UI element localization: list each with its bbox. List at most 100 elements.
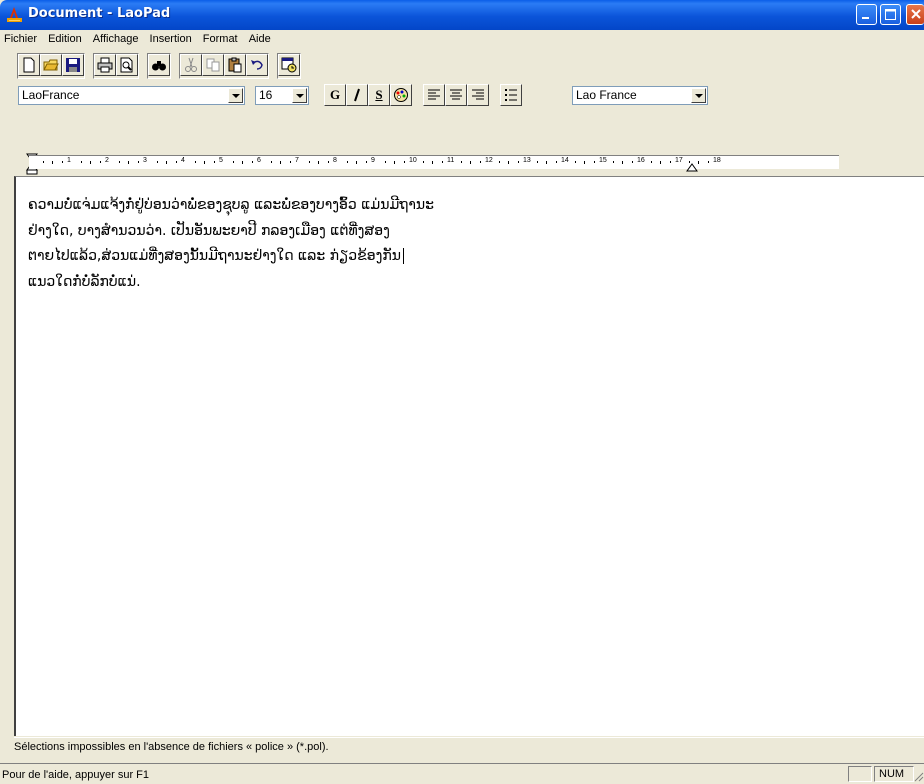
ruler-minor-tick <box>118 161 120 163</box>
ruler-minor-tick <box>403 161 405 163</box>
ruler-minor-tick <box>356 161 357 164</box>
laopad-app-icon[interactable] <box>6 6 23 23</box>
document-line-2: ຢ່າງໃດ, ບາງສຳນວນວ່າ. ເປັນອັນພະຍາປີ ກລອງເ… <box>28 223 390 239</box>
menu-insertion[interactable]: Insertion <box>146 30 196 45</box>
open-button[interactable] <box>40 54 62 76</box>
title-bar[interactable]: Document - LaoPad <box>0 0 924 30</box>
print-preview-icon <box>120 57 133 73</box>
align-right-button[interactable] <box>467 84 489 106</box>
resize-grip-icon[interactable] <box>912 770 924 782</box>
ruler-minor-tick <box>61 161 63 163</box>
ruler-minor-tick <box>593 161 595 163</box>
document-line-1: ຄວາມບໍ່ແຈ່ມແຈ້ງກໍ່ຢູ່ບ່ອນວ່າພໍ່ຂອງຊຸບລູ … <box>28 197 434 213</box>
chevron-down-icon[interactable] <box>228 88 243 103</box>
ruler-minor-tick <box>42 161 44 163</box>
ruler-minor-tick <box>460 161 462 163</box>
new-button[interactable] <box>18 54 40 76</box>
ruler-minor-tick <box>52 161 53 164</box>
status-bar: Pour de l'aide, appuyer sur F1 NUM <box>0 763 924 784</box>
hint-bar: Sélections impossibles en l'absence de f… <box>14 737 924 757</box>
ruler-minor-tick <box>204 161 205 164</box>
menu-aide[interactable]: Aide <box>245 30 275 45</box>
ruler-minor-tick <box>308 161 310 163</box>
ruler-minor-tick <box>137 161 139 163</box>
undo-icon <box>251 60 263 70</box>
ruler-tick-label: 2 <box>105 157 109 164</box>
insert-datetime-button[interactable] <box>278 54 300 76</box>
ruler-tick-label: 18 <box>713 157 721 164</box>
print-icon <box>97 57 113 73</box>
close-button[interactable] <box>906 4 924 25</box>
document-line-3: ຕາຍໄປແລ້ວ,ສ່ວນແມ່ທີ່ງສອງນັ້ນມີຖານະຢ່າງໃດ… <box>28 248 404 264</box>
keyboard-layout-select[interactable]: Lao France <box>572 86 708 105</box>
document-line-3-text: ຕາຍໄປແລ້ວ,ສ່ວນແມ່ທີ່ງສອງນັ້ນມີຖານະຢ່າງໃດ… <box>28 248 401 264</box>
standard-toolbar <box>17 53 309 79</box>
ruler-minor-tick <box>422 161 424 163</box>
menu-edition[interactable]: Edition <box>44 30 86 45</box>
minimize-button[interactable] <box>856 4 877 25</box>
menu-affichage[interactable]: Affichage <box>89 30 143 45</box>
document-editor[interactable]: ຄວາມບໍ່ແຈ່ມແຈ້ງກໍ່ຢູ່ບ່ອນວ່າພໍ່ຂອງຊຸບລູ … <box>14 176 924 736</box>
paste-button[interactable] <box>224 54 246 76</box>
close-icon <box>911 9 921 19</box>
ruler-minor-tick <box>631 161 633 163</box>
ruler-minor-tick <box>669 161 671 163</box>
undo-button[interactable] <box>246 54 268 76</box>
ruler-minor-tick <box>612 161 614 163</box>
font-name-select[interactable]: LaoFrance <box>18 86 245 105</box>
menu-fichier[interactable]: Fichier <box>0 30 41 45</box>
chevron-down-icon[interactable] <box>691 88 706 103</box>
ruler-minor-tick <box>90 161 91 164</box>
bold-button[interactable]: G <box>324 84 346 106</box>
ruler-minor-tick <box>470 161 471 164</box>
ruler-minor-tick <box>622 161 623 164</box>
underline-button[interactable]: S <box>368 84 390 106</box>
find-icon <box>152 61 166 71</box>
ruler-tick-label: 7 <box>295 157 299 164</box>
paste-icon <box>228 57 242 73</box>
edit-button-group <box>179 53 269 79</box>
ruler-minor-tick <box>536 161 538 163</box>
bullet-list-icon <box>505 89 517 101</box>
ruler-tick-label: 12 <box>485 157 493 164</box>
italic-button[interactable] <box>346 84 368 106</box>
ruler-minor-tick <box>166 161 167 164</box>
align-left-button[interactable] <box>423 84 445 106</box>
chevron-down-icon[interactable] <box>292 88 307 103</box>
find-button[interactable] <box>148 54 170 76</box>
ruler-tick-label: 10 <box>409 157 417 164</box>
print-button[interactable] <box>94 54 116 76</box>
maximize-button[interactable] <box>880 4 901 25</box>
print-preview-button[interactable] <box>116 54 138 76</box>
bold-label: G <box>329 87 341 102</box>
cut-button[interactable] <box>180 54 202 76</box>
keyboard-layout-value: Lao France <box>576 88 637 102</box>
ruler-tick-label: 13 <box>523 157 531 164</box>
color-button[interactable] <box>390 84 412 106</box>
underline-label: S <box>375 87 383 102</box>
ruler-minor-tick <box>707 161 709 163</box>
save-button[interactable] <box>62 54 84 76</box>
status-text: Pour de l'aide, appuyer sur F1 <box>2 769 150 781</box>
font-size-select[interactable]: 16 <box>255 86 309 105</box>
ruler-tick-label: 8 <box>333 157 337 164</box>
bullet-list-button[interactable] <box>500 84 522 106</box>
ruler-minor-tick <box>99 161 101 163</box>
right-indent-marker-icon[interactable] <box>685 162 699 172</box>
minimize-icon <box>862 17 869 19</box>
ruler-minor-tick <box>432 161 433 164</box>
font-size-value: 16 <box>259 88 273 102</box>
ruler-minor-tick <box>156 161 158 163</box>
copy-button[interactable] <box>202 54 224 76</box>
ruler-minor-tick <box>280 161 281 164</box>
menu-format[interactable]: Format <box>199 30 242 45</box>
ruler-minor-tick <box>441 161 443 163</box>
ruler[interactable]: 1 2 3 4 5 6 7 8 9 10 11 12 13 14 15 16 17 18 <box>17 152 847 175</box>
align-left-icon <box>428 89 440 100</box>
align-center-button[interactable] <box>445 84 467 106</box>
ruler-minor-tick <box>508 161 509 164</box>
ruler-tick-label: 3 <box>143 157 147 164</box>
status-pane-caps <box>848 766 872 782</box>
ruler-minor-tick <box>289 161 291 163</box>
insert-datetime-icon <box>281 57 297 73</box>
